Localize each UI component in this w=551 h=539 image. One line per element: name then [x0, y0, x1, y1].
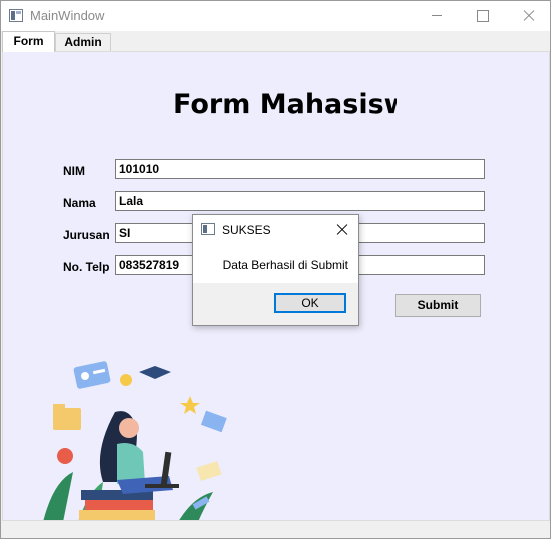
maximize-button[interactable] — [460, 1, 506, 31]
dialog-title-bar[interactable]: SUKSES — [193, 215, 358, 245]
status-bar — [1, 521, 550, 538]
window-title: MainWindow — [30, 8, 105, 23]
tab-bar: Form Admin — [1, 31, 550, 52]
page-title: Form Mahasiswa — [173, 89, 397, 120]
nim-label: NIM — [63, 164, 85, 178]
tab-form[interactable]: Form — [2, 31, 55, 52]
jurusan-label: Jurusan — [63, 228, 110, 242]
dialog-close-icon[interactable] — [333, 221, 351, 239]
nim-field[interactable]: 101010 — [115, 159, 485, 179]
student-illustration — [43, 361, 227, 520]
title-bar[interactable]: MainWindow — [1, 1, 550, 31]
ok-button[interactable]: OK — [274, 293, 346, 313]
tab-admin[interactable]: Admin — [55, 33, 111, 52]
nama-label: Nama — [63, 196, 96, 210]
close-button[interactable] — [505, 1, 551, 31]
dialog-message: Data Berhasil di Submit — [222, 258, 348, 272]
telp-label: No. Telp — [63, 260, 110, 274]
dialog-title: SUKSES — [222, 223, 271, 237]
app-window-icon — [9, 9, 23, 22]
nama-field[interactable]: Lala — [115, 191, 485, 211]
dialog-footer: OK — [193, 283, 358, 325]
dialog-window-icon — [201, 223, 215, 235]
success-dialog: SUKSES Data Berhasil di Submit OK — [192, 214, 359, 326]
submit-button[interactable]: Submit — [395, 294, 481, 317]
minimize-button[interactable] — [414, 1, 460, 31]
